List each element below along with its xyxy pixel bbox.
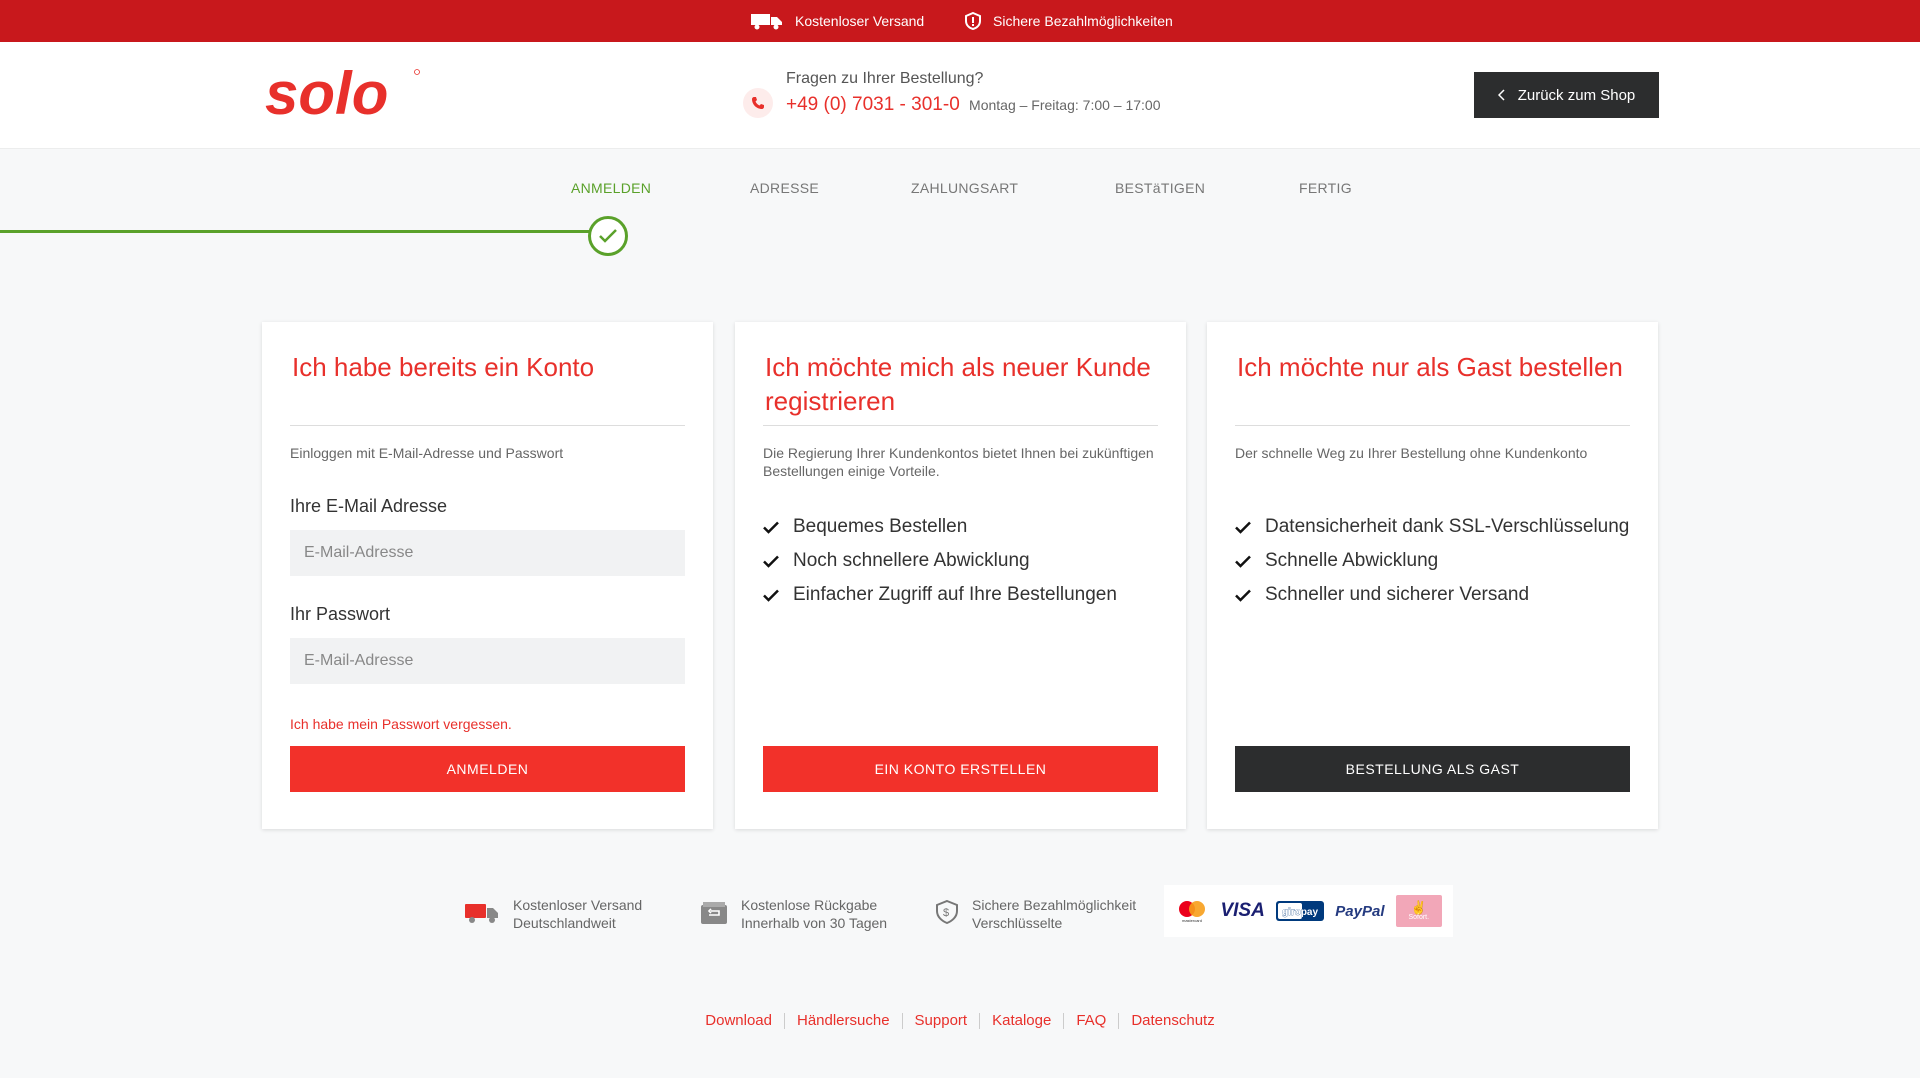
footer-link-haendlersuche[interactable]: Händlersuche xyxy=(783,1013,902,1029)
create-account-button[interactable]: EIN KONTO ERSTELLEN xyxy=(763,746,1158,792)
progress-bar xyxy=(0,230,590,233)
trust-line1: Sichere Bezahlmöglichkeit xyxy=(972,897,1137,913)
footer-links: Download Händlersuche Support Kataloge F… xyxy=(0,1013,1920,1029)
benefit-text: Datensicherheit dank SSL-Verschlüsselung xyxy=(1265,516,1630,537)
trust-line2: Innerhalb von 30 Tagen xyxy=(741,915,888,931)
phone-number[interactable]: +49 (0) 7031 - 301-0 xyxy=(786,94,960,115)
list-item: Datensicherheit dank SSL-Verschlüsselung xyxy=(1235,510,1629,544)
password-label: Ihr Passwort xyxy=(290,604,391,624)
guest-card-description: Der schnelle Weg zu Ihrer Bestellung ohn… xyxy=(1235,445,1588,461)
guest-benefits-list: Datensicherheit dank SSL-Verschlüsselung… xyxy=(1235,510,1629,612)
secure-payment-text: Sichere Bezahlmöglichkeiten xyxy=(993,13,1173,29)
guest-card: Ich möchte nur als Gast bestellen Der sc… xyxy=(1207,322,1658,829)
guest-card-title: Ich möchte nur als Gast bestellen xyxy=(1237,352,1623,382)
chevron-left-icon xyxy=(1497,89,1505,101)
step-fertig: FERTIG xyxy=(1299,180,1352,196)
footer-link-kataloge[interactable]: Kataloge xyxy=(979,1013,1063,1029)
login-card-title: Ich habe bereits ein Konto xyxy=(292,352,595,382)
checkmark-icon xyxy=(1235,555,1251,568)
shield-icon xyxy=(965,12,981,30)
shield-icon: $ xyxy=(936,900,958,924)
list-item: Bequemes Bestellen xyxy=(763,510,1117,544)
logo-text: solo xyxy=(265,64,388,124)
sofort-label: Sofort. xyxy=(1408,914,1430,921)
step-adresse: ADRESSE xyxy=(750,180,820,196)
list-item: Noch schnellere Abwicklung xyxy=(763,544,1117,578)
forgot-password-link[interactable]: Ich habe mein Passwort vergessen. xyxy=(290,716,512,732)
email-label: Ihre E-Mail Adresse xyxy=(290,496,448,516)
truck-icon xyxy=(751,14,782,30)
step-anmelden: ANMELDEN xyxy=(571,180,652,196)
list-item: Einfacher Zugriff auf Ihre Bestellungen xyxy=(763,578,1117,612)
login-button[interactable]: ANMELDEN xyxy=(290,746,685,792)
divider xyxy=(763,425,1158,426)
register-card-title: Ich möchte mich als neuer Kunde registri… xyxy=(765,352,1151,416)
trust-line1: Kostenloser Versand xyxy=(513,897,643,913)
benefit-text: Schneller und sicherer Versand xyxy=(1265,584,1530,605)
benefit-text: Noch schnellere Abwicklung xyxy=(793,550,1030,571)
trust-secure-payment: $ Sichere Bezahlmöglichkeit Verschlüsselt… xyxy=(936,896,1136,932)
checkmark-icon xyxy=(763,555,779,568)
footer-link-faq[interactable]: FAQ xyxy=(1063,1013,1118,1029)
guest-order-button[interactable]: BESTELLUNG ALS GAST xyxy=(1235,746,1630,792)
checkmark-icon xyxy=(1235,589,1251,602)
password-input[interactable] xyxy=(290,638,685,684)
sofort-icon: ✌ Sofort. xyxy=(1395,895,1442,927)
phone-line: +49 (0) 7031 - 301-0 Montag – Freitag: 7… xyxy=(786,94,1161,116)
top-info-bar: Kostenloser Versand Sichere Bezahlmöglic… xyxy=(0,0,1920,42)
trust-line2: Deutschlandweit xyxy=(513,915,616,931)
benefit-text: Bequemes Bestellen xyxy=(793,516,968,537)
free-shipping-text: Kostenloser Versand xyxy=(795,13,925,29)
order-question: Fragen zu Ihrer Bestellung? xyxy=(786,70,984,87)
email-input[interactable] xyxy=(290,530,685,576)
checkmark-icon xyxy=(763,589,779,602)
payment-methods: mastercard VISA giropay PayPal ✌ Sofort. xyxy=(1164,885,1453,937)
giropay-label: giropay xyxy=(1282,907,1319,918)
trust-free-shipping: Kostenloser Versand Deutschlandweit xyxy=(465,896,642,932)
step-complete-indicator xyxy=(588,216,628,256)
checkmark-icon xyxy=(1235,521,1251,534)
return-icon xyxy=(701,902,727,924)
footer-link-datenschutz[interactable]: Datenschutz xyxy=(1118,1013,1226,1029)
back-to-shop-button[interactable]: Zurück zum Shop xyxy=(1474,72,1659,118)
mastercard-label: mastercard xyxy=(1182,918,1202,923)
benefit-text: Schnelle Abwicklung xyxy=(1265,550,1439,571)
trust-line2: Verschlüsselte xyxy=(972,915,1063,931)
visa-icon: VISA xyxy=(1220,900,1265,921)
solo-logo[interactable]: solo xyxy=(263,64,423,124)
step-bestaetigen: BESTäTIGEN xyxy=(1115,180,1206,196)
login-card: Ich habe bereits ein Konto Einloggen mit… xyxy=(262,322,713,829)
register-card-description: Die Regierung Ihrer Kundenkontos bietet … xyxy=(763,445,1154,479)
secure-payment-info: Sichere Bezahlmöglichkeiten xyxy=(965,0,1173,42)
footer-link-support[interactable]: Support xyxy=(901,1013,980,1029)
checkmark-icon xyxy=(763,521,779,534)
checkmark-icon xyxy=(599,229,617,243)
trust-free-return: Kostenlose Rückgabe Innerhalb von 30 Tage… xyxy=(701,896,887,932)
footer-link-download[interactable]: Download xyxy=(693,1013,784,1029)
list-item: Schneller und sicherer Versand xyxy=(1235,578,1629,612)
trust-line1: Kostenlose Rückgabe xyxy=(741,897,878,913)
list-item: Schnelle Abwicklung xyxy=(1235,544,1629,578)
divider xyxy=(1235,425,1630,426)
paypal-icon: PayPal xyxy=(1335,902,1385,920)
svg-text:$: $ xyxy=(943,907,949,919)
divider xyxy=(290,425,685,426)
register-card: Ich möchte mich als neuer Kunde registri… xyxy=(735,322,1186,829)
opening-hours: Montag – Freitag: 7:00 – 17:00 xyxy=(969,97,1161,113)
giropay-icon: giropay xyxy=(1276,901,1325,921)
phone-icon xyxy=(743,88,773,118)
truck-icon xyxy=(465,904,498,923)
site-header: solo Fragen zu Ihrer Bestellung? +49 (0)… xyxy=(0,42,1920,149)
mastercard-icon: mastercard xyxy=(1179,901,1206,923)
register-benefits-list: Bequemes Bestellen Noch schnellere Abwic… xyxy=(763,510,1117,612)
benefit-text: Einfacher Zugriff auf Ihre Bestellungen xyxy=(793,584,1117,605)
free-shipping-info: Kostenloser Versand xyxy=(751,0,924,42)
back-to-shop-label: Zurück zum Shop xyxy=(1517,86,1636,104)
login-card-description: Einloggen mit E-Mail-Adresse und Passwor… xyxy=(290,445,564,461)
step-zahlungsart: ZAHLUNGSART xyxy=(911,180,1019,196)
